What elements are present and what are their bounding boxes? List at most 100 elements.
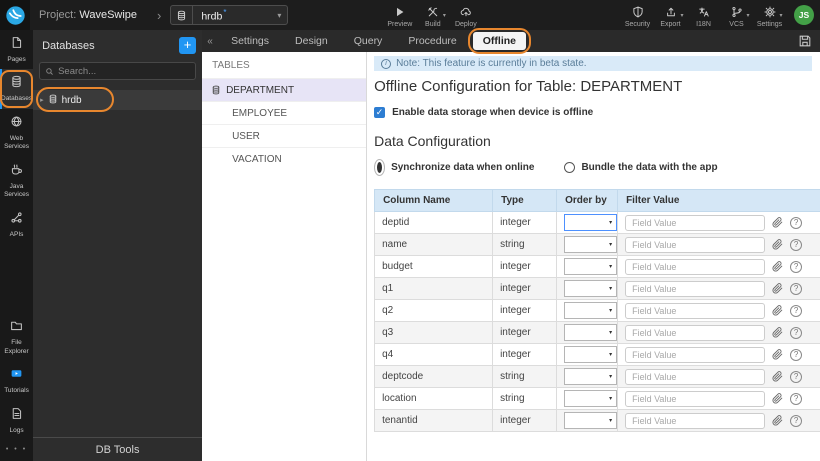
bind-field-icon[interactable] (772, 371, 783, 382)
column-type-cell: integer (492, 255, 558, 278)
vcs-button[interactable]: ▾ VCS (720, 3, 753, 28)
order-by-select[interactable]: ▾ (564, 302, 618, 319)
database-selector-dropdown[interactable]: hrdb* ▾ (170, 5, 289, 25)
action-label: Preview (387, 20, 413, 28)
tables-panel-title: TABLES (212, 60, 250, 71)
filter-value-input[interactable] (625, 390, 766, 407)
filter-value-input[interactable] (625, 368, 766, 385)
filter-value-input[interactable] (625, 236, 766, 253)
order-by-select[interactable]: ▾ (564, 236, 618, 253)
order-by-select[interactable]: ▾ (564, 368, 618, 385)
radio-synchronize-data-when-online[interactable]: Synchronize data when online (374, 159, 534, 176)
order-by-cell: ▾ (556, 365, 619, 388)
chevron-down-icon: ▾ (609, 396, 613, 402)
action-label: Security (624, 20, 651, 28)
build-button[interactable]: ▾ Build (416, 3, 449, 28)
table-list-item-department[interactable]: DEPARTMENT (202, 78, 367, 101)
filter-value-cell: ? (617, 255, 820, 278)
tab-procedure[interactable]: Procedure (398, 32, 466, 50)
export-button[interactable]: ▾ Export (654, 3, 687, 28)
tab-settings[interactable]: Settings (221, 32, 279, 50)
table-list-item-employee[interactable]: EMPLOYEE (202, 101, 367, 124)
help-icon[interactable]: ? (790, 348, 803, 361)
sidebar-item-pages[interactable]: Pages (0, 30, 33, 69)
order-by-select[interactable]: ▾ (564, 346, 618, 363)
order-by-select[interactable]: ▾ (564, 390, 618, 407)
bind-field-icon[interactable] (772, 393, 783, 404)
beta-note-text: Note: This feature is currently in beta … (396, 58, 587, 69)
sidebar-item-databases[interactable]: Databases (0, 69, 34, 110)
bind-field-icon[interactable] (772, 261, 783, 272)
export-icon: ▾ (665, 6, 684, 19)
bind-field-icon[interactable] (772, 283, 783, 294)
order-by-select[interactable]: ▾ (564, 258, 618, 275)
preview-button[interactable]: Preview (383, 3, 416, 28)
sidebar-item-logs[interactable]: Logs (0, 401, 33, 440)
bind-field-icon[interactable] (772, 239, 783, 250)
security-button[interactable]: Security (621, 3, 654, 28)
sidebar-more-button[interactable]: • • • (0, 440, 33, 461)
help-icon[interactable]: ? (790, 304, 803, 317)
order-by-cell: ▾ (556, 387, 619, 410)
enable-offline-storage-checkbox[interactable]: ✓ (374, 107, 386, 118)
config-table-body: deptid integer ▾ ? name string ▾ ? budge… (374, 211, 820, 432)
logs-icon (10, 407, 23, 425)
bind-field-icon[interactable] (772, 415, 783, 426)
filter-value-input[interactable] (625, 302, 766, 319)
sidebar-item-tutorials[interactable]: Tutorials (0, 361, 33, 400)
sidebar: Pages Databases Web Services Java Servic… (0, 30, 34, 461)
filter-value-input[interactable] (625, 346, 766, 363)
help-icon[interactable]: ? (790, 392, 803, 405)
column-name-cell: deptid (374, 211, 494, 234)
help-icon[interactable]: ? (790, 282, 803, 295)
tab-design[interactable]: Design (285, 32, 338, 50)
column-type-cell: string (492, 387, 558, 410)
order-by-select[interactable]: ▾ (564, 324, 618, 341)
bind-field-icon[interactable] (772, 305, 783, 316)
help-icon[interactable]: ? (790, 414, 803, 427)
sidebar-item-web-services[interactable]: Web Services (0, 109, 33, 157)
wavemaker-logo[interactable] (0, 0, 30, 30)
order-by-select[interactable]: ▾ (564, 280, 618, 297)
db-tools-button[interactable]: DB Tools (33, 437, 203, 461)
user-avatar[interactable]: JS (794, 5, 814, 25)
sidebar-item-java-services[interactable]: Java Services (0, 157, 33, 205)
sidebar-item-apis[interactable]: APIs (0, 205, 33, 244)
help-icon[interactable]: ? (790, 370, 803, 383)
filter-value-input[interactable] (625, 258, 766, 275)
table-list-item-vacation[interactable]: VACATION (202, 147, 367, 170)
help-icon[interactable]: ? (790, 238, 803, 251)
bind-field-icon[interactable] (772, 349, 783, 360)
tab-query[interactable]: Query (344, 32, 393, 50)
settings-button[interactable]: ▾ Settings (753, 3, 786, 28)
gear-icon: ▾ (763, 6, 783, 19)
order-by-select[interactable]: ▾ (564, 412, 618, 429)
order-by-select[interactable]: ▾ (564, 214, 618, 231)
radio-bundle-the-data-with-the-app[interactable]: Bundle the data with the app (564, 159, 718, 176)
sidebar-top-group: Pages Databases Web Services Java Servic… (0, 30, 34, 244)
filter-value-input[interactable] (625, 324, 766, 341)
chevron-down-icon: ▾ (779, 12, 783, 19)
filter-value-input[interactable] (625, 280, 766, 297)
bind-field-icon[interactable] (772, 327, 783, 338)
sidebar-item-file-explorer[interactable]: File Explorer (0, 313, 33, 361)
filter-value-input[interactable] (625, 214, 766, 231)
coffee-icon (10, 163, 23, 181)
database-search-input[interactable] (58, 65, 191, 77)
bind-field-icon[interactable] (772, 217, 783, 228)
deploy-button[interactable]: Deploy (449, 3, 482, 28)
i18n-button[interactable]: I18N (687, 3, 720, 28)
help-icon[interactable]: ? (790, 260, 803, 273)
collapse-panel-icon[interactable]: « (202, 36, 218, 47)
help-icon[interactable]: ? (790, 216, 803, 229)
save-button[interactable] (798, 34, 812, 48)
order-by-cell: ▾ (556, 211, 619, 234)
config-table-row: name string ▾ ? (374, 233, 820, 256)
breadcrumb-chevron-icon: › (157, 7, 162, 23)
add-database-button[interactable]: + (179, 37, 197, 54)
database-tree-item-hrdb[interactable]: ▸ hrdb (33, 87, 203, 112)
help-icon[interactable]: ? (790, 326, 803, 339)
table-list-item-user[interactable]: USER (202, 124, 367, 147)
tab-offline[interactable]: Offline (467, 28, 532, 54)
filter-value-input[interactable] (625, 412, 766, 429)
